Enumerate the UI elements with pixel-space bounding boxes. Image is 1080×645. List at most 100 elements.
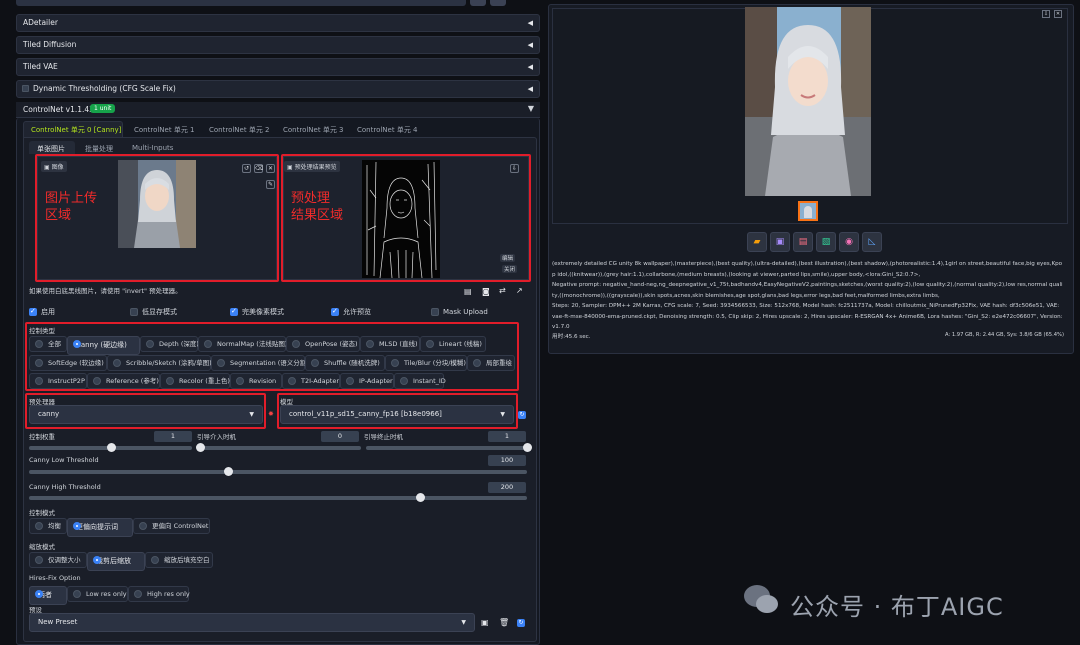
- hires-low-only[interactable]: Low res only: [67, 586, 128, 602]
- accordion-label: Tiled Diffusion: [23, 40, 77, 49]
- control-type-t2i-adapter[interactable]: T2I-Adapter: [282, 373, 340, 389]
- control-type-inpaint[interactable]: 局部重绘: [467, 355, 515, 371]
- low-threshold-input[interactable]: 100: [488, 455, 526, 466]
- refresh-models-icon[interactable]: ↻: [518, 411, 526, 419]
- control-type-softedge[interactable]: SoftEdge (软边缘): [29, 355, 107, 371]
- thumbnail[interactable]: [798, 201, 818, 221]
- accordion-tiled-vae[interactable]: Tiled VAE ◀: [16, 58, 540, 76]
- accordion-dynamic-thresholding[interactable]: Dynamic Thresholding (CFG Scale Fix) ◀: [16, 80, 540, 98]
- control-type-canny[interactable]: Canny (硬边缘): [67, 336, 140, 355]
- high-threshold-slider[interactable]: [29, 493, 527, 502]
- hires-high-only[interactable]: High res only: [128, 586, 190, 602]
- weight-input[interactable]: 1: [154, 431, 192, 442]
- dropdown-arrow-icon: ▼: [249, 411, 254, 418]
- top-button-1[interactable]: [470, 0, 486, 6]
- controlnet-title: ControlNet v1.1.439: [23, 105, 99, 114]
- control-type-mlsd[interactable]: MLSD (直线): [360, 336, 420, 352]
- control-type-reference[interactable]: Reference (参考): [87, 373, 160, 389]
- refresh-presets-icon[interactable]: ↻: [517, 619, 525, 627]
- weight-slider[interactable]: [29, 443, 192, 452]
- thumbnail-figure: [804, 206, 812, 218]
- control-type-shuffle[interactable]: Shuffle (随机洗牌): [305, 355, 385, 371]
- delete-preset-icon[interactable]: 🗑: [499, 618, 509, 627]
- tab-batch[interactable]: 批量处理: [85, 144, 113, 154]
- send-to-inpaint-icon[interactable]: ◉: [839, 232, 859, 252]
- end-input[interactable]: 1: [488, 431, 526, 442]
- save-preset-icon[interactable]: ▣: [481, 618, 489, 627]
- accordion-tiled-diffusion[interactable]: Tiled Diffusion ◀: [16, 36, 540, 54]
- mode-controlnet[interactable]: 更偏向 ControlNet: [133, 518, 210, 534]
- control-type-recolor[interactable]: Recolor (重上色): [160, 373, 230, 389]
- document-icon[interactable]: ▤: [464, 287, 472, 296]
- enable-checkbox[interactable]: 启用: [29, 307, 55, 317]
- mode-balanced[interactable]: 均衡: [29, 518, 67, 534]
- resize-just-resize[interactable]: 仅调整大小: [29, 552, 87, 568]
- control-type-instant-id[interactable]: Instant_ID: [394, 373, 446, 389]
- mode-prompt[interactable]: 更偏向提示词: [67, 518, 133, 537]
- control-type-depth[interactable]: Depth (深度): [140, 336, 199, 352]
- swap-icon[interactable]: ⇄: [499, 286, 506, 295]
- preset-select[interactable]: New Preset ▼: [29, 613, 475, 632]
- radio-dot: [35, 522, 43, 530]
- control-type-label: MLSD (直线): [379, 340, 418, 348]
- save-icon[interactable]: ▣: [770, 232, 790, 252]
- control-type-lineart[interactable]: Lineart (线稿): [420, 336, 486, 352]
- resize-crop[interactable]: 裁剪后缩放: [87, 552, 145, 571]
- tab-unit-2[interactable]: ControlNet 单元 2: [209, 125, 270, 135]
- tab-unit-4[interactable]: ControlNet 单元 4: [357, 125, 418, 135]
- open-folder-icon[interactable]: ▰: [747, 232, 767, 252]
- control-type-revision[interactable]: Revision: [230, 373, 282, 389]
- control-type-label: Shuffle (随机洗牌): [324, 359, 380, 367]
- control-type-openpose[interactable]: OpenPose (姿态): [286, 336, 360, 352]
- mask-upload-checkbox[interactable]: Mask Upload: [431, 308, 488, 317]
- run-preprocessor-icon[interactable]: ✸: [268, 411, 275, 418]
- checkbox-icon[interactable]: [22, 85, 29, 92]
- control-type-scribble[interactable]: Scribble/Sketch (涂鸦/草图): [107, 355, 212, 371]
- preset-value: New Preset: [38, 618, 78, 626]
- high-threshold-input[interactable]: 200: [488, 482, 526, 493]
- resize-fill[interactable]: 缩放后填充空白: [145, 552, 213, 568]
- controlnet-header[interactable]: ControlNet v1.1.439 1 unit ▼: [16, 102, 540, 118]
- start-input[interactable]: 0: [321, 431, 359, 442]
- control-type-label: Recolor (重上色): [179, 377, 230, 385]
- control-type-all[interactable]: 全部: [29, 336, 67, 352]
- send-to-img2img-icon[interactable]: ▧: [816, 232, 836, 252]
- tab-unit-0[interactable]: ControlNet 单元 0 [Canny]: [31, 125, 121, 135]
- accordion-adetailer[interactable]: ADetailer ◀: [16, 14, 540, 32]
- tab-multi-inputs[interactable]: Multi-Inputs: [132, 144, 173, 152]
- camera-icon[interactable]: ◙: [482, 287, 490, 296]
- allow-preview-checkbox[interactable]: 允许预览: [331, 307, 371, 317]
- tab-single-image[interactable]: 单张图片: [37, 144, 65, 154]
- top-button-2[interactable]: [490, 0, 506, 6]
- weight-label: 控制权重: [29, 433, 55, 441]
- low-vram-checkbox[interactable]: 低显存模式: [130, 308, 177, 317]
- model-select[interactable]: control_v11p_sd15_canny_fp16 [b18e0966] ▼: [280, 405, 514, 424]
- control-type-instructp2p[interactable]: InstructP2P: [29, 373, 87, 389]
- preprocessor-select[interactable]: canny ▼: [29, 405, 263, 424]
- slider-knob[interactable]: [106, 443, 116, 452]
- control-type-ip-adapter[interactable]: IP-Adapter: [340, 373, 394, 389]
- start-slider[interactable]: [196, 443, 361, 452]
- slider-knob[interactable]: [196, 443, 205, 452]
- tab-unit-3[interactable]: ControlNet 单元 3: [283, 125, 344, 135]
- generated-image[interactable]: [745, 7, 871, 196]
- send-icon[interactable]: ↗: [516, 286, 523, 295]
- control-type-normalmap[interactable]: NormalMap (法线贴图): [198, 336, 287, 352]
- control-type-segmentation[interactable]: Segmentation (语义分割): [211, 355, 309, 371]
- tab-unit-1[interactable]: ControlNet 单元 1: [134, 125, 195, 135]
- send-to-extras-icon[interactable]: ◺: [862, 232, 882, 252]
- hires-both[interactable]: 两者: [29, 586, 67, 605]
- top-input-strip: [16, 0, 466, 6]
- start-label: 引导介入时机: [197, 433, 236, 441]
- slider-knob[interactable]: [415, 493, 425, 502]
- control-type-tile[interactable]: Tile/Blur (分块/模糊): [385, 355, 467, 371]
- download-icon[interactable]: ⇩: [1042, 10, 1050, 18]
- pixel-perfect-checkbox[interactable]: 完美像素模式: [230, 307, 284, 317]
- end-slider[interactable]: [366, 443, 532, 452]
- generation-params: Steps: 20, Sampler: DPM++ 2M Karras, CFG…: [552, 303, 1063, 330]
- zip-icon[interactable]: ▤: [793, 232, 813, 252]
- radio-dot: [391, 359, 399, 367]
- low-threshold-slider[interactable]: [29, 467, 527, 476]
- close-icon[interactable]: ✕: [1054, 10, 1062, 18]
- slider-knob[interactable]: [523, 443, 532, 452]
